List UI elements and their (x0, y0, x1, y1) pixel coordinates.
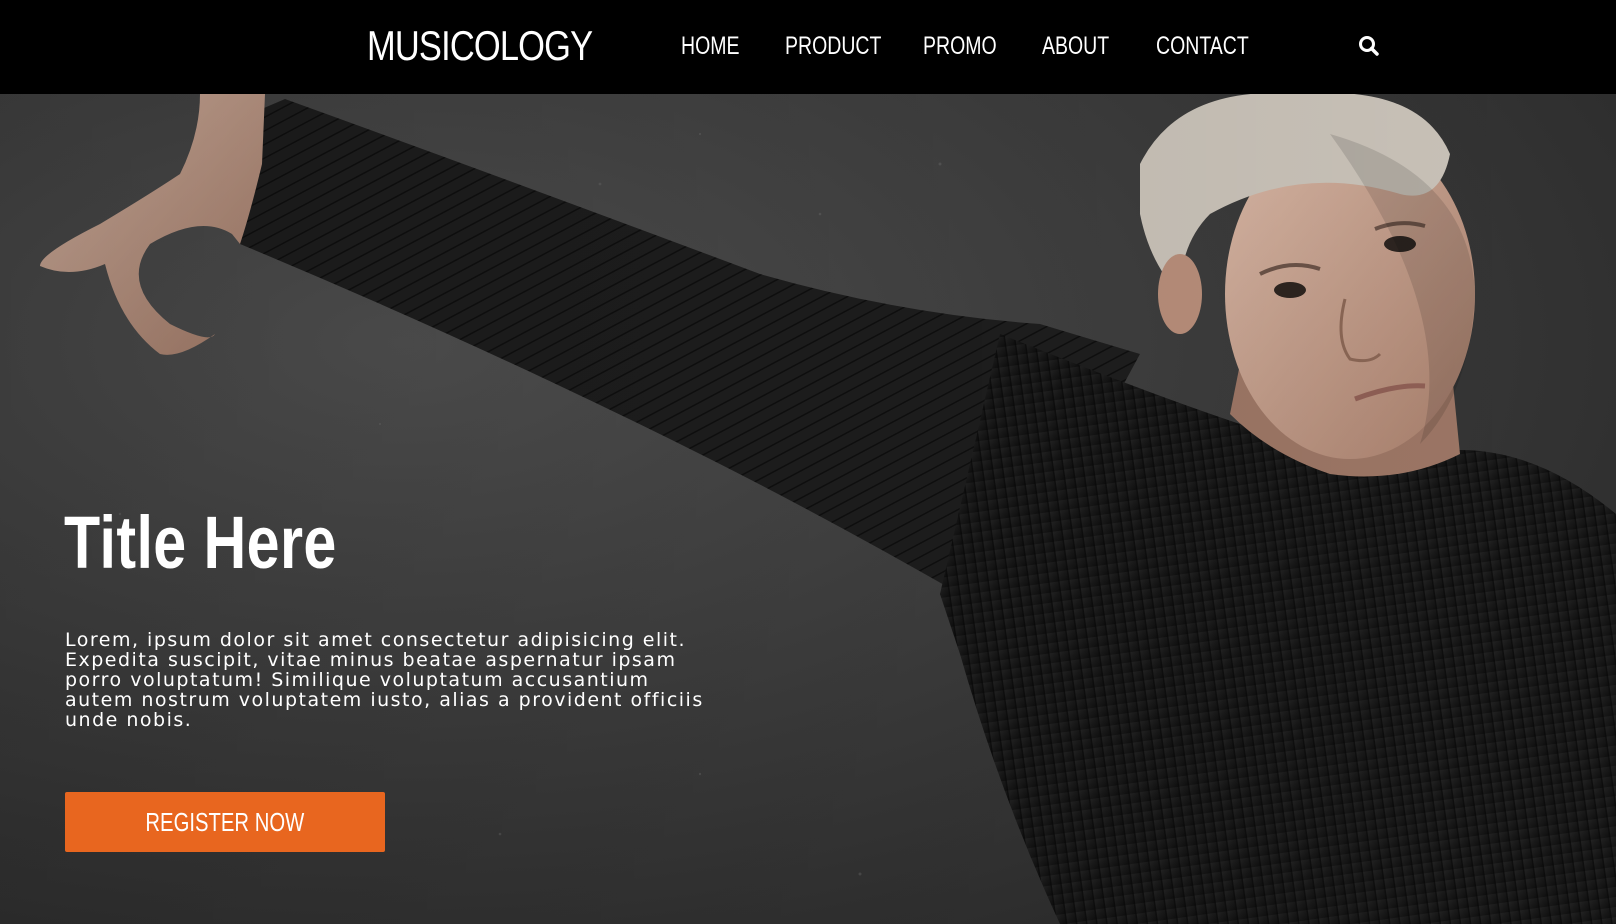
register-now-label: REGISTER NOW (145, 806, 305, 837)
top-navbar: MUSICOLOGY HOME PRODUCT PROMO ABOUT CONT… (0, 0, 1616, 94)
nav-home[interactable]: HOME (681, 27, 740, 65)
nav-about[interactable]: ABOUT (1042, 27, 1109, 65)
search-icon (1359, 36, 1379, 56)
nav-contact[interactable]: CONTACT (1156, 27, 1249, 65)
hero-title: Title Here (64, 501, 337, 584)
nav-promo[interactable]: PROMO (923, 27, 997, 65)
hero-section: Title Here Lorem, ipsum dolor sit amet c… (0, 94, 1616, 924)
brand-logo[interactable]: MUSICOLOGY (367, 18, 593, 74)
nav-product[interactable]: PRODUCT (785, 27, 881, 65)
search-button[interactable] (1355, 32, 1383, 60)
register-now-button[interactable]: REGISTER NOW (65, 792, 385, 852)
hero-description: Lorem, ipsum dolor sit amet consectetur … (65, 629, 704, 731)
